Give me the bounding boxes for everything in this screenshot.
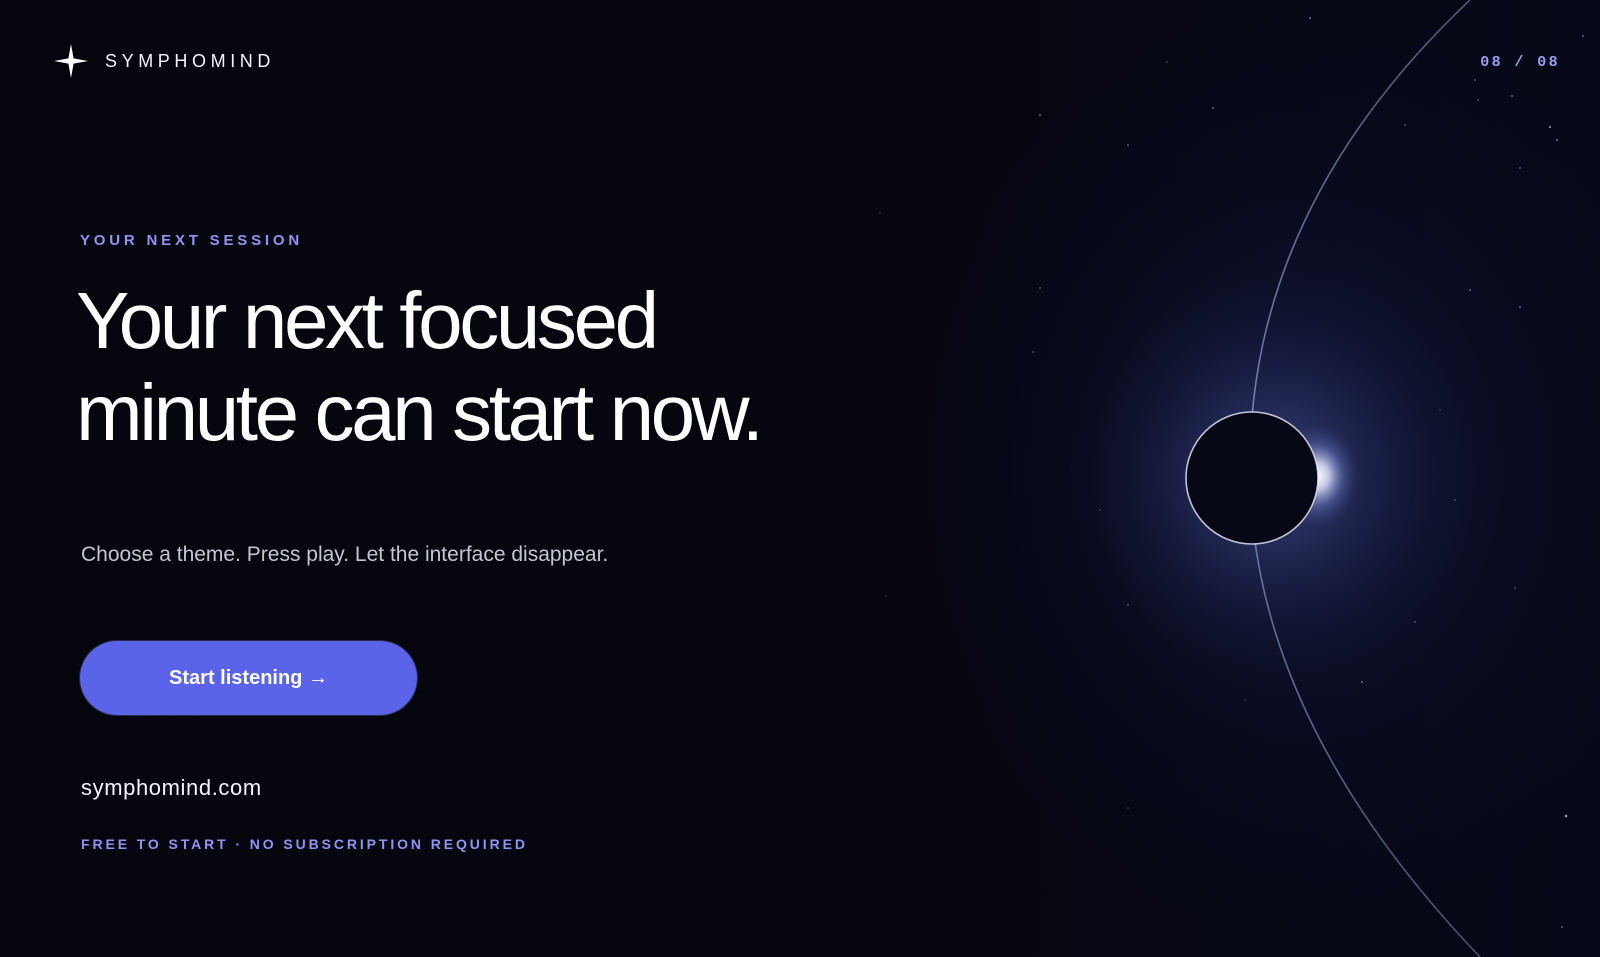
- eclipse-moon: [1185, 411, 1319, 545]
- brand-logo[interactable]: SYMPHOMIND: [54, 44, 275, 78]
- website-link[interactable]: symphomind.com: [81, 775, 262, 801]
- pricing-note: FREE TO START · NO SUBSCRIPTION REQUIRED: [81, 836, 528, 852]
- slide-counter: 08 / 08: [1480, 54, 1560, 71]
- four-point-star-icon: [54, 44, 88, 78]
- section-eyebrow: YOUR NEXT SESSION: [80, 232, 303, 249]
- page-headline: Your next focused minute can start now.: [76, 275, 976, 459]
- eclipse-illustration: [879, 0, 1584, 957]
- slide-stage: SYMPHOMIND 08 / 08 YOUR NEXT SESSION You…: [0, 0, 1600, 957]
- start-listening-button[interactable]: Start listening →: [80, 641, 417, 715]
- headline-line-2: minute can start now.: [76, 368, 764, 457]
- hero-subtext: Choose a theme. Press play. Let the inte…: [81, 543, 609, 566]
- brand-name: SYMPHOMIND: [105, 50, 276, 71]
- headline-line-1: Your next focused: [76, 276, 659, 365]
